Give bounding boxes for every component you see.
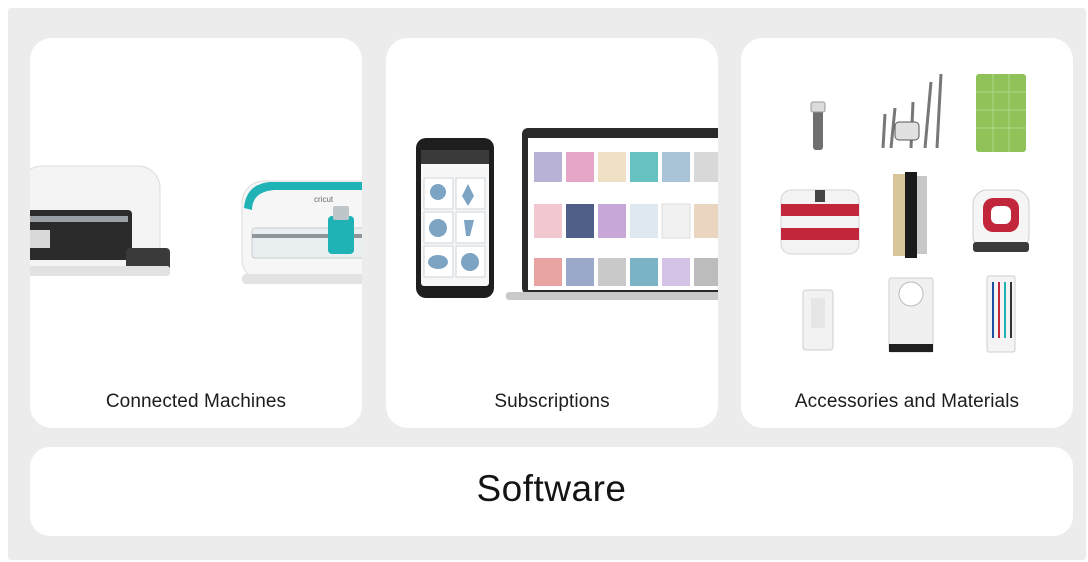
accessories-materials-card[interactable]: Accessories and Materials <box>741 38 1073 428</box>
machine-brand-text: cricut <box>314 195 334 204</box>
connected-machines-card[interactable]: cricut Connected Machines <box>30 38 362 428</box>
subscriptions-card[interactable]: Subscriptions <box>386 38 718 428</box>
connected-machines-label: Connected Machines <box>105 391 287 412</box>
phone-and-laptop-image <box>416 128 718 300</box>
subscriptions-label: Subscriptions <box>494 391 610 412</box>
accessories-materials-label: Accessories and Materials <box>794 391 1020 412</box>
software-label: Software <box>476 468 627 509</box>
cutting-machines-image: cricut <box>30 165 362 284</box>
accessories-grid-image <box>780 73 1030 353</box>
software-card[interactable]: Software <box>30 447 1073 536</box>
